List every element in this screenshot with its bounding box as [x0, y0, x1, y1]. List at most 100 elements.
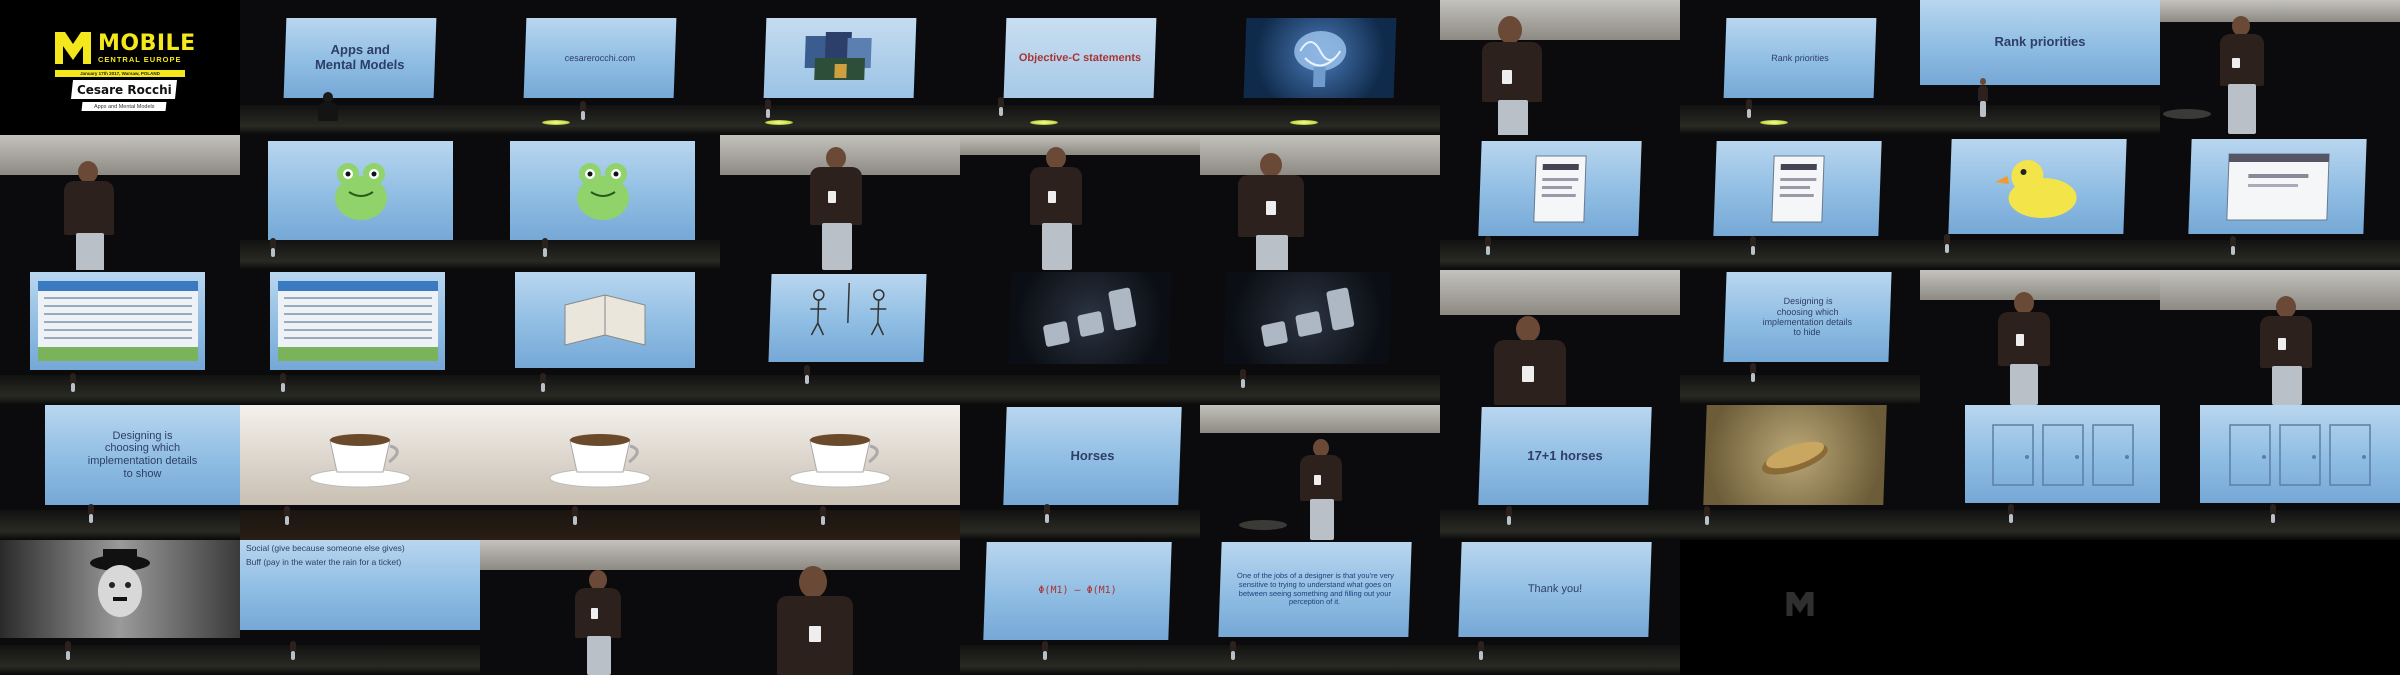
pedals-illustration — [1043, 287, 1137, 347]
cymbal-prop — [2163, 109, 2211, 119]
stage — [1680, 375, 1920, 405]
speaker-figure — [998, 94, 1004, 116]
slide-screen: Social (give because someone else gives)… — [240, 540, 480, 630]
photo-tile-slide-horses: Horses — [960, 405, 1200, 540]
event-logo-icon — [1786, 592, 1814, 616]
photo-tile-slide-teacup-3 — [720, 405, 960, 540]
slide-screen — [30, 272, 205, 370]
teacup-illustration — [549, 434, 651, 488]
speaker-figure — [765, 96, 771, 118]
pedals-illustration — [1260, 287, 1354, 347]
duck-illustration — [1994, 159, 2077, 218]
stage — [960, 105, 1200, 135]
speaker-figure — [1240, 366, 1246, 388]
speaker-figure — [1944, 231, 1950, 253]
audience-silhouette — [318, 92, 338, 122]
photo-tile-slide-frog-2 — [480, 135, 720, 270]
slide-screen — [1965, 405, 2160, 503]
slide-screen: Thank you! — [1458, 542, 1652, 637]
photo-tile-slide-design-show: Designing is choosing which implementati… — [0, 405, 240, 540]
slide-screen — [1243, 18, 1397, 98]
event-subtitle: CENTRAL EUROPE — [98, 55, 182, 64]
speaker-figure — [2218, 14, 2268, 134]
stage — [480, 510, 720, 540]
slide-text: Φ(M1) — Φ(M1) — [1038, 585, 1117, 597]
slide-screen: Φ(M1) — Φ(M1) — [983, 542, 1172, 640]
brain-illustration — [1294, 31, 1347, 87]
speaker-figure — [1750, 360, 1756, 382]
photo-tile-slide-book — [480, 270, 720, 405]
photo-tile-slide-rank-1: Rank priorities — [1680, 0, 1920, 135]
event-logo-tile: MOBILE CENTRAL EUROPE January 17th 2017,… — [0, 0, 240, 135]
slide-text: Apps and Mental Models — [314, 42, 405, 72]
photo-tile-slide-books — [720, 0, 960, 135]
speaker-figure — [1704, 503, 1710, 525]
frog-illustration — [334, 163, 387, 220]
event-date: January 17th 2017, Warsaw, POLAND — [80, 71, 160, 76]
stage-light — [1760, 120, 1788, 125]
stage — [1680, 105, 1920, 135]
stage — [960, 645, 1200, 675]
speaker-figure — [1746, 96, 1752, 118]
speaker-figure — [820, 503, 826, 525]
slide-screen: Rank priorities — [1723, 18, 1877, 98]
slide-text: 17+1 horses — [1527, 447, 1604, 463]
speaker-figure — [1044, 501, 1050, 523]
speaker-figure — [1236, 151, 1306, 270]
photo-tile-speaker-gesture — [0, 135, 240, 270]
speaker-figure — [1300, 437, 1344, 540]
slide-text: Buff (pay in the water the rain for a ti… — [246, 556, 402, 567]
speaker-figure — [2270, 501, 2276, 523]
stage — [720, 105, 960, 135]
slide-screen — [763, 18, 917, 98]
photo-tile-slide-url: cesarerocchi.com — [480, 0, 720, 135]
stage — [1200, 645, 1440, 675]
speaker-figure — [70, 370, 76, 392]
stage — [240, 105, 480, 135]
stage — [2160, 510, 2400, 540]
cymbal-prop — [1239, 520, 1287, 530]
slide-text: Designing is choosing which implementati… — [87, 429, 198, 480]
document-illustration — [1533, 155, 1587, 222]
speaker-figure — [290, 638, 296, 660]
slide-text: cesarerocchi.com — [564, 52, 636, 63]
speaker-figure — [580, 98, 586, 120]
slide-screen — [240, 405, 480, 505]
photo-tile-speaker-face — [720, 540, 960, 675]
speaker-figure — [270, 235, 276, 257]
speaker-figure — [572, 503, 578, 525]
photo-tile-slide-pedals-1 — [960, 270, 1200, 405]
document-illustration — [1770, 155, 1825, 222]
slide-text: Objective-C statements — [1018, 51, 1142, 64]
empty-tile — [2160, 540, 2400, 675]
speaker-figure — [65, 638, 71, 660]
photo-tile-slide-doc-3 — [2160, 135, 2400, 270]
stage — [240, 645, 480, 675]
stage-light — [542, 120, 570, 125]
stage — [480, 240, 720, 270]
photo-tile-slide-title: Apps and Mental Models — [240, 0, 480, 135]
photo-tile-slide-teacup-2 — [480, 405, 720, 540]
charlie-chaplin-illustration — [90, 549, 150, 617]
stage — [480, 375, 720, 405]
photo-tile-slide-spreadsheet-2 — [240, 270, 480, 405]
slide-screen: Designing is choosing which implementati… — [1723, 272, 1892, 362]
stage — [1920, 240, 2160, 270]
slide-screen — [2160, 0, 2400, 22]
slide-text: Designing is choosing which implementati… — [1762, 296, 1853, 338]
photo-tile-speaker-closeup — [1440, 0, 1680, 135]
speaker-figure — [810, 145, 866, 270]
speaker-figure — [2008, 501, 2014, 523]
stage — [240, 510, 480, 540]
slide-screen — [1440, 0, 1680, 40]
slide-text: One of the jobs of a designer is that yo… — [1236, 571, 1395, 607]
door-illustration — [1991, 424, 2134, 486]
speaker-figure — [1490, 316, 1570, 405]
speaker-figure — [88, 501, 94, 523]
photo-tile-slide-doors-2 — [2160, 405, 2400, 540]
slide-screen — [1703, 405, 1887, 505]
stage — [1680, 510, 1920, 540]
slide-screen — [480, 540, 720, 570]
stage-light — [1030, 120, 1058, 125]
spreadsheet-illustration — [277, 281, 438, 361]
